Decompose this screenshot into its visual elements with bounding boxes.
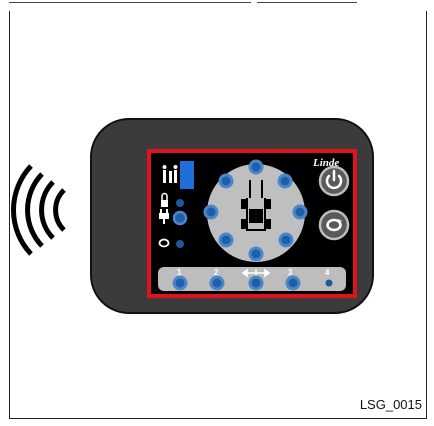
dial-button-ese[interactable] bbox=[278, 232, 294, 248]
dial-button-nne[interactable] bbox=[277, 173, 293, 189]
bar-number-4: 4 bbox=[325, 268, 330, 277]
power-button[interactable] bbox=[318, 165, 350, 197]
lock-indicator-dot bbox=[176, 199, 184, 207]
dial-button-n[interactable] bbox=[248, 159, 264, 175]
dial-button-wnw[interactable] bbox=[203, 204, 219, 220]
dial-button-nnw[interactable] bbox=[218, 173, 234, 189]
bar-button-1[interactable] bbox=[172, 275, 188, 291]
cycle-button[interactable] bbox=[318, 209, 350, 241]
cycle-indicator-dot bbox=[176, 240, 184, 248]
wireless-signal-icon bbox=[11, 164, 66, 256]
image-label: LSG_0015 bbox=[359, 397, 422, 412]
bar-indicator-4 bbox=[325, 279, 333, 287]
bar-button-2[interactable] bbox=[209, 275, 225, 291]
dial-button-s[interactable] bbox=[248, 246, 264, 262]
operator-display bbox=[180, 161, 194, 189]
bar-button-travel[interactable] bbox=[248, 275, 264, 291]
dial-button-ene[interactable] bbox=[292, 204, 308, 220]
plug-indicator[interactable] bbox=[172, 210, 188, 226]
dial-button-wsw[interactable] bbox=[218, 232, 234, 248]
bar-button-3[interactable] bbox=[285, 275, 301, 291]
device-illustration: Linde 1 2 3 4 bbox=[11, 118, 374, 314]
